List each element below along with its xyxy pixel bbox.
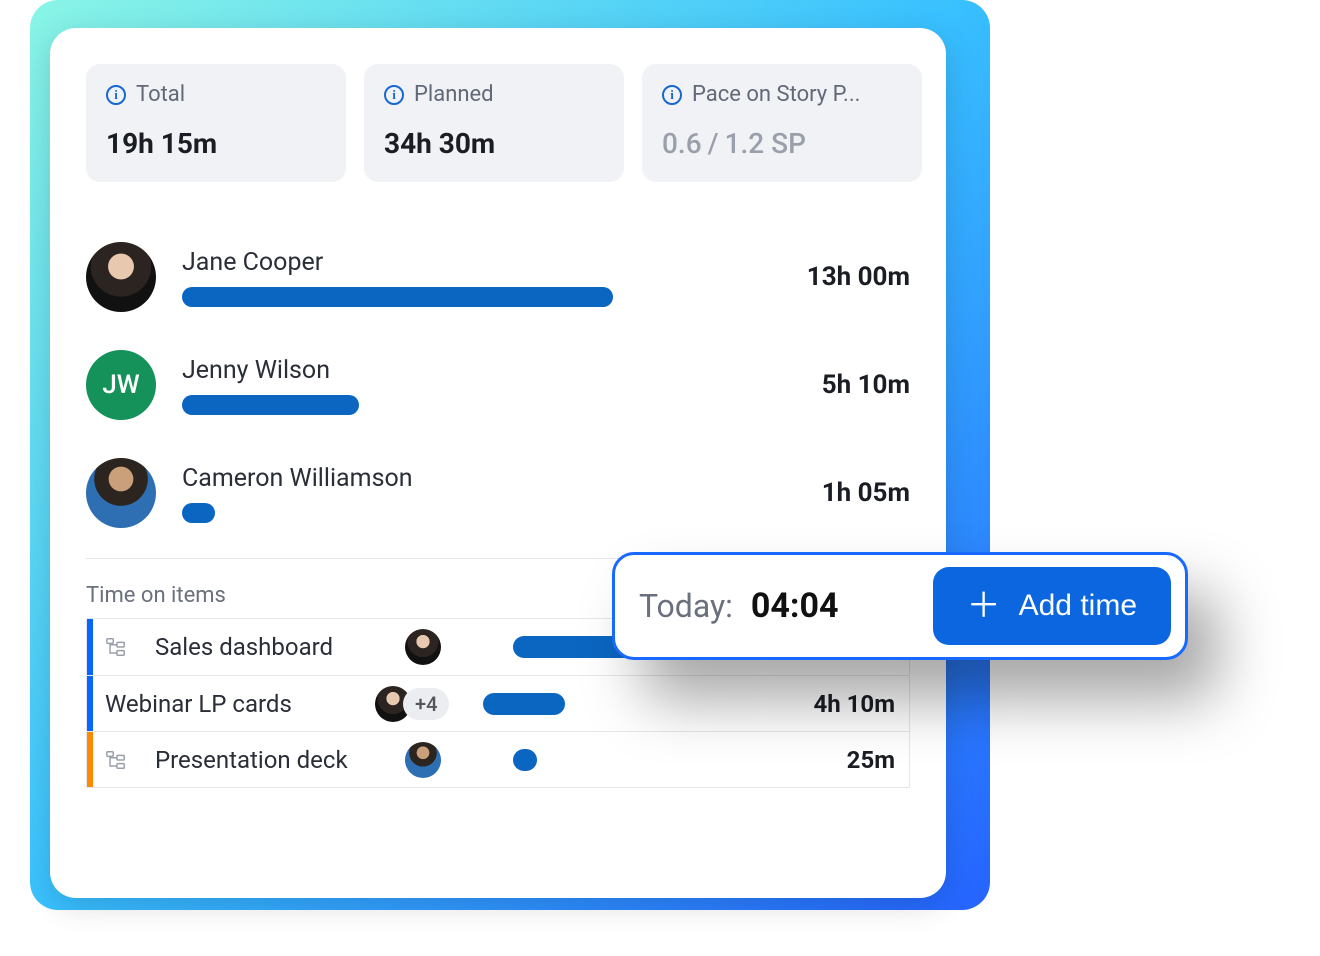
info-icon[interactable]: i	[384, 85, 404, 105]
bar-track	[182, 395, 734, 415]
time-bar	[483, 693, 565, 715]
person-row[interactable]: JW Jenny Wilson 5h 10m	[86, 338, 910, 446]
avatar[interactable]: JW	[86, 350, 156, 420]
time-item-row[interactable]: Presentation deck 25m	[87, 731, 909, 787]
item-name: Webinar LP cards	[105, 690, 375, 718]
time-report-card: i Total 19h 15m i Planned 34h 30m i Pace…	[50, 28, 946, 898]
color-strip	[87, 676, 93, 731]
person-name: Cameron Williamson	[182, 464, 734, 493]
person-name: Jenny Wilson	[182, 356, 734, 385]
stats-row: i Total 19h 15m i Planned 34h 30m i Pace…	[86, 64, 910, 182]
people-list: Jane Cooper 13h 00m JW Jenny Wilson 5h 10m Ca…	[86, 230, 910, 554]
today-label: Today:	[639, 587, 733, 625]
item-name: Sales dashboard	[155, 633, 405, 661]
stat-pace-value: 0.6/1.2 SP	[662, 127, 898, 160]
stat-pace-label: Pace on Story P...	[692, 82, 860, 107]
time-bar	[182, 503, 215, 523]
stat-planned-label: Planned	[414, 82, 494, 107]
item-time: 4h 10m	[775, 690, 895, 718]
add-time-button[interactable]: ＋ Add time	[933, 567, 1171, 645]
item-time: 25m	[775, 746, 895, 774]
color-strip	[87, 619, 93, 675]
avatar[interactable]	[405, 629, 441, 665]
bar-track	[182, 503, 734, 523]
item-avatars[interactable]: +4	[375, 686, 465, 722]
subtask-tree-icon	[105, 636, 127, 658]
avatar-overflow-count[interactable]: +4	[403, 688, 449, 720]
person-time: 5h 10m	[760, 370, 910, 400]
color-strip	[87, 732, 93, 787]
stat-pace[interactable]: i Pace on Story P... 0.6/1.2 SP	[642, 64, 922, 182]
person-main: Cameron Williamson	[182, 464, 734, 523]
bar-track	[465, 693, 775, 715]
avatar[interactable]	[86, 458, 156, 528]
time-bar	[182, 395, 359, 415]
item-avatars[interactable]	[405, 629, 495, 665]
time-bar	[182, 287, 613, 307]
person-main: Jenny Wilson	[182, 356, 734, 415]
avatar[interactable]	[86, 242, 156, 312]
today-widget: Today: 04:04 ＋ Add time	[612, 552, 1188, 660]
time-bar	[513, 749, 537, 771]
info-icon[interactable]: i	[662, 85, 682, 105]
subtask-tree-icon	[105, 749, 127, 771]
item-name: Presentation deck	[155, 746, 405, 774]
stat-total-label: Total	[136, 82, 185, 107]
stat-total[interactable]: i Total 19h 15m	[86, 64, 346, 182]
bar-track	[182, 287, 734, 307]
person-time: 1h 05m	[760, 478, 910, 508]
plus-icon: ＋	[967, 589, 1001, 623]
info-icon[interactable]: i	[106, 85, 126, 105]
person-time: 13h 00m	[760, 262, 910, 292]
stat-planned-value: 34h 30m	[384, 127, 600, 160]
person-name: Jane Cooper	[182, 248, 734, 277]
stat-total-value: 19h 15m	[106, 127, 322, 160]
time-item-row[interactable]: Webinar LP cards +4 4h 10m	[87, 675, 909, 731]
stat-planned[interactable]: i Planned 34h 30m	[364, 64, 624, 182]
person-row[interactable]: Jane Cooper 13h 00m	[86, 230, 910, 338]
item-avatars[interactable]	[405, 742, 495, 778]
bar-track	[495, 749, 775, 771]
person-row[interactable]: Cameron Williamson 1h 05m	[86, 446, 910, 554]
add-time-button-label: Add time	[1019, 589, 1137, 623]
avatar[interactable]	[405, 742, 441, 778]
person-main: Jane Cooper	[182, 248, 734, 307]
today-time: 04:04	[751, 586, 839, 626]
